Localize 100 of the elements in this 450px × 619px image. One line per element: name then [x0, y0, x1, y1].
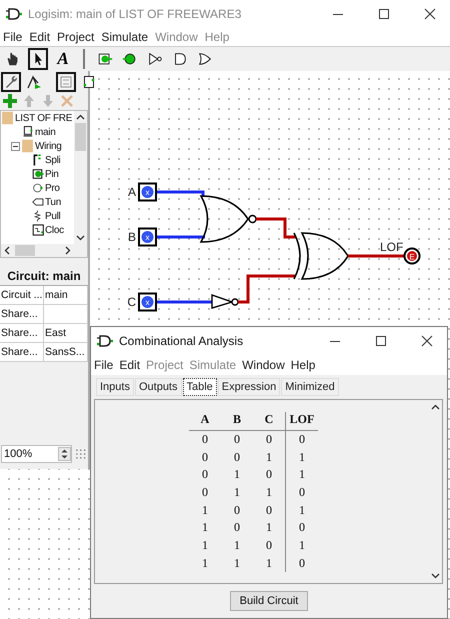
- menu-item[interactable]: File: [3, 30, 22, 44]
- tree-item[interactable]: Pull: [45, 210, 60, 222]
- folder-icon: [21, 139, 34, 153]
- tree-item[interactable]: main: [35, 126, 56, 138]
- table-cell: 1: [286, 536, 318, 554]
- nor-gate: [200, 195, 257, 243]
- menu-item[interactable]: Project: [57, 30, 94, 44]
- vertical-scrollbar[interactable]: [74, 111, 87, 244]
- scroll-thumb[interactable]: [15, 245, 35, 256]
- menu-item[interactable]: Edit: [29, 30, 50, 44]
- horizontal-scrollbar[interactable]: [1, 244, 87, 257]
- not-gate: [211, 294, 239, 309]
- pull-icon: [31, 209, 44, 223]
- wire: [157, 236, 205, 238]
- menu-item[interactable]: File: [94, 358, 114, 372]
- not-gate-icon[interactable]: [147, 50, 163, 68]
- wire: [157, 190, 204, 197]
- tree-item[interactable]: Wiring: [35, 140, 62, 152]
- or-gate-icon[interactable]: [197, 50, 213, 68]
- scroll-thumb[interactable]: [75, 123, 86, 151]
- tree-item[interactable]: Pin: [45, 168, 59, 180]
- menu-item[interactable]: Simulate: [101, 30, 148, 44]
- attribute-value[interactable]: SansS...: [44, 343, 88, 361]
- add-icon[interactable]: [2, 93, 18, 109]
- wire: [157, 300, 212, 304]
- attribute-name: Share...: [0, 305, 44, 323]
- table-cell: 1: [286, 466, 318, 484]
- table-cell: 1: [253, 484, 286, 502]
- spinner-icon[interactable]: [58, 447, 72, 461]
- collapse-toggle-icon[interactable]: [11, 142, 20, 150]
- tab[interactable]: Minimized: [281, 378, 339, 396]
- table-cell: 1: [253, 518, 286, 537]
- maximize-icon[interactable]: [375, 335, 387, 347]
- wire: [348, 254, 405, 258]
- wire: [256, 218, 296, 238]
- maximize-icon[interactable]: [378, 8, 390, 20]
- table-cell-text: 1: [233, 484, 241, 501]
- table-cell-text: 0: [233, 519, 241, 536]
- pin-label: LOF: [380, 240, 404, 254]
- build-circuit-button[interactable]: Build Circuit: [230, 591, 308, 611]
- table-cell: 0: [286, 518, 318, 537]
- clock-icon: [31, 223, 44, 237]
- scroll-left-icon[interactable]: [4, 246, 10, 255]
- table-cell-text: 1: [201, 502, 209, 519]
- pin-label: A: [128, 185, 136, 199]
- table-cell-text: 1: [201, 519, 209, 536]
- zoom-value: 100%: [3, 448, 32, 460]
- logisim-logo-icon: [6, 7, 22, 21]
- table-cell-text: 1: [233, 536, 241, 554]
- tab[interactable]: Expression: [218, 378, 280, 396]
- tree-item[interactable]: Pro: [45, 182, 60, 194]
- column-header: LOF: [286, 412, 318, 430]
- attribute-value[interactable]: main: [44, 286, 88, 304]
- table-cell: 0: [286, 430, 318, 448]
- column-header: C: [253, 412, 286, 430]
- scroll-down-icon[interactable]: [76, 235, 85, 241]
- attribute-value[interactable]: East: [44, 324, 88, 342]
- circuit-icon: [21, 125, 34, 139]
- tree-item[interactable]: Spli: [45, 154, 60, 166]
- column-header: B: [221, 412, 253, 430]
- tree-item[interactable]: LIST OF FRE: [15, 112, 72, 124]
- table-cell: 0: [253, 536, 286, 554]
- scroll-up-icon[interactable]: [431, 404, 440, 410]
- text-tool-button[interactable]: A: [53, 48, 73, 70]
- scroll-up-icon[interactable]: [76, 114, 85, 120]
- tree-item[interactable]: Cloc: [45, 224, 64, 236]
- table-cell: 1: [253, 448, 286, 466]
- window-title: Logisim: main of LIST OF FREEWARE3: [28, 7, 242, 21]
- logisim-logo-icon: [97, 334, 113, 348]
- close-icon[interactable]: [421, 335, 433, 347]
- and-gate-icon[interactable]: [172, 50, 188, 68]
- output-pin: E: [404, 248, 420, 264]
- table-cell: 0: [253, 501, 286, 519]
- menu-item[interactable]: Edit: [119, 358, 140, 372]
- table-cell: 0: [253, 430, 286, 448]
- pin-label: B: [128, 230, 136, 244]
- probe-icon: [31, 181, 44, 195]
- menu-item[interactable]: Window: [242, 358, 285, 372]
- wire: [238, 274, 295, 304]
- table-cell-text: 0: [201, 466, 209, 484]
- tab[interactable]: Outputs: [134, 378, 182, 396]
- table-cell-text: 1: [201, 554, 209, 572]
- table-cell: 1: [253, 554, 286, 572]
- pin-icon: [31, 167, 44, 181]
- table-cell: 0: [286, 554, 318, 572]
- zoom-field[interactable]: 100%: [1, 445, 72, 463]
- scroll-down-icon[interactable]: [431, 573, 440, 579]
- tab[interactable]: Table: [182, 378, 217, 396]
- table-cell: 0: [221, 430, 253, 448]
- table-cell: 0: [189, 430, 221, 448]
- tree-item[interactable]: Tun: [45, 196, 61, 208]
- attribute-name: Circuit ...: [0, 286, 44, 304]
- menu-item[interactable]: Help: [290, 358, 316, 372]
- tab[interactable]: Inputs: [96, 378, 134, 396]
- grid-toggle-icon[interactable]: [75, 448, 87, 460]
- table-cell-text: 1: [201, 536, 209, 554]
- close-icon[interactable]: [424, 8, 436, 20]
- table-cell-text: 1: [233, 554, 241, 572]
- scroll-right-icon[interactable]: [65, 246, 71, 255]
- pin-label: C: [127, 295, 136, 309]
